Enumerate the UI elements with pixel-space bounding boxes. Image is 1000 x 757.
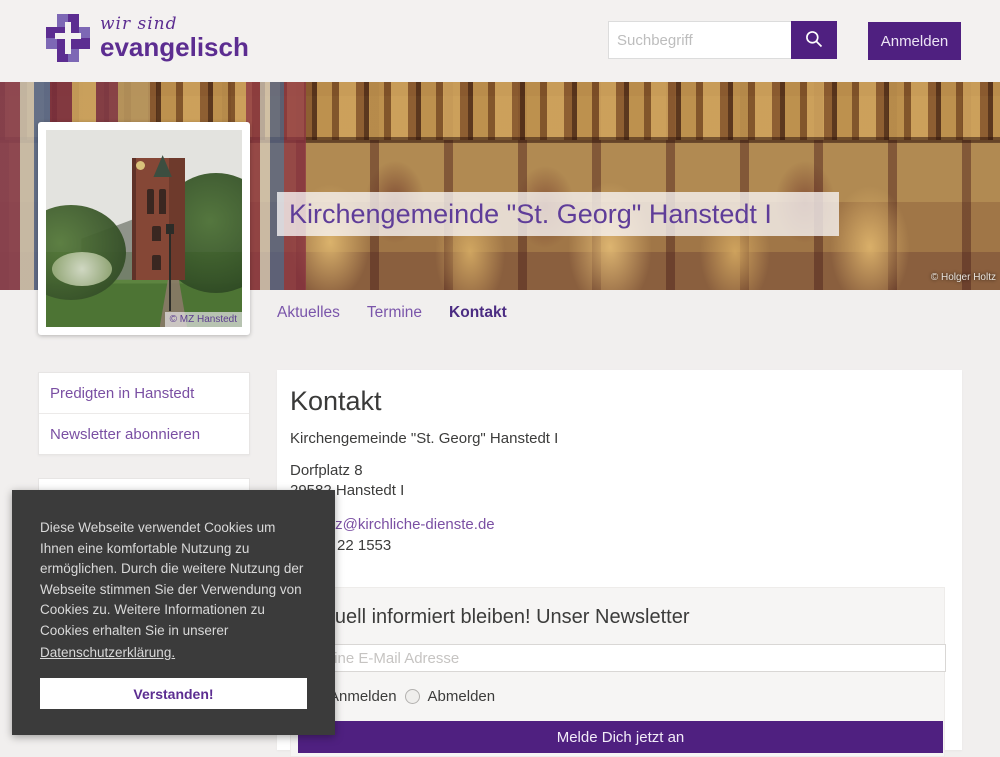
- church-tower: [132, 158, 185, 280]
- newsletter-heading: Aktuell informiert bleiben! Unser Newsle…: [306, 606, 690, 629]
- newsletter-submit-button[interactable]: Melde Dich jetzt an: [298, 721, 943, 753]
- logo-tagline: wir sind: [100, 16, 249, 33]
- privacy-policy-link[interactable]: Datenschutzerklärung.: [40, 643, 175, 664]
- hero-photo-credit: © Holger Holtz: [931, 272, 996, 283]
- radio-abmelden[interactable]: [405, 689, 420, 704]
- newsletter-email-input[interactable]: [306, 644, 946, 672]
- newsletter-box: Aktuell informiert bleiben! Unser Newsle…: [290, 587, 945, 757]
- radio-anmelden-label: Anmelden: [329, 688, 397, 705]
- search-input[interactable]: [608, 21, 796, 59]
- nav-item-aktuelles[interactable]: Aktuelles: [277, 304, 340, 322]
- section-nav: Aktuelles Termine Kontakt: [277, 304, 507, 322]
- content-heading: Kontakt: [290, 386, 382, 417]
- sidebar-menu: Predigten in Hanstedt Newsletter abonnie…: [38, 372, 250, 455]
- cookie-banner: Diese Webseite verwendet Cookies um Ihne…: [12, 490, 335, 735]
- congregation-photo-card: © MZ Hanstedt: [38, 122, 250, 335]
- nav-item-termine[interactable]: Termine: [367, 304, 422, 322]
- cookie-message: Diese Webseite verwendet Cookies um Ihne…: [40, 518, 308, 664]
- search-button[interactable]: [791, 21, 837, 59]
- radio-abmelden-label: Abmelden: [428, 688, 496, 705]
- page: wir sind evangelisch Anmelden Kirchengem…: [0, 0, 1000, 750]
- site-header: wir sind evangelisch Anmelden: [0, 0, 1000, 82]
- main-content-card: Kontakt Kirchengemeinde "St. Georg" Hans…: [277, 370, 962, 750]
- sidebar-item-newsletter[interactable]: Newsletter abonnieren: [39, 414, 249, 454]
- cookie-accept-button[interactable]: Verstanden!: [40, 678, 307, 709]
- clock-icon: [136, 161, 145, 170]
- cross-logo-icon: [46, 14, 90, 62]
- org-name: Kirchengemeinde "St. Georg" Hanstedt I: [290, 430, 558, 447]
- church-photo: © MZ Hanstedt: [46, 130, 242, 327]
- page-title: Kirchengemeinde "St. Georg" Hanstedt I: [289, 199, 772, 230]
- sidebar-item-predigten[interactable]: Predigten in Hanstedt: [39, 373, 249, 414]
- site-logo[interactable]: wir sind evangelisch: [46, 14, 249, 62]
- logo-brand-name: evangelisch: [100, 34, 249, 60]
- page-title-banner: Kirchengemeinde "St. Georg" Hanstedt I: [277, 192, 839, 236]
- search-icon: [804, 29, 824, 52]
- nav-item-kontakt[interactable]: Kontakt: [449, 304, 507, 322]
- login-button[interactable]: Anmelden: [868, 22, 961, 60]
- address-street: Dorfplatz 8: [290, 462, 363, 479]
- logo-text: wir sind evangelisch: [100, 16, 249, 60]
- sidebar-photo-credit: © MZ Hanstedt: [165, 312, 242, 327]
